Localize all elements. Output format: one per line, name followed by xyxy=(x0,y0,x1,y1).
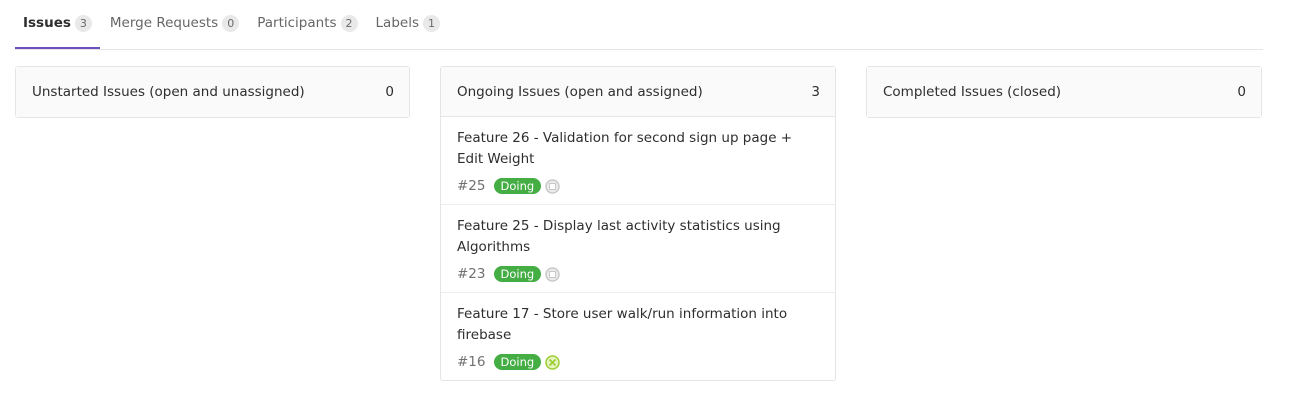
column-title: Unstarted Issues (open and unassigned) xyxy=(32,84,305,100)
column-count: 0 xyxy=(1237,84,1246,100)
issue-meta: #16 Doing xyxy=(457,353,819,371)
milestone-tabs: Issues 3 Merge Requests 0 Participants 2… xyxy=(15,0,1263,50)
tab-issues-label: Issues xyxy=(23,15,71,31)
label-badge[interactable]: Doing xyxy=(493,266,542,282)
issue-title-link[interactable]: Feature 17 - Store user walk/run informa… xyxy=(457,304,819,346)
tab-merge-requests-count: 0 xyxy=(222,15,240,32)
label-badge[interactable]: Doing xyxy=(493,178,542,194)
issue-item: Feature 25 - Display last activity stati… xyxy=(441,205,835,293)
column-header: Completed Issues (closed) 0 xyxy=(867,67,1261,117)
avatar-icon xyxy=(545,178,560,194)
column-header: Ongoing Issues (open and assigned) 3 xyxy=(441,67,835,117)
avatar-icon xyxy=(545,266,560,282)
column-title: Completed Issues (closed) xyxy=(883,84,1062,100)
tab-issues[interactable]: Issues 3 xyxy=(15,0,100,49)
tab-participants-label: Participants xyxy=(257,15,337,31)
tab-participants-count: 2 xyxy=(340,15,358,32)
column-ongoing: Ongoing Issues (open and assigned) 3 Fea… xyxy=(440,66,836,381)
avatar[interactable] xyxy=(545,266,560,282)
issue-title-link[interactable]: Feature 25 - Display last activity stati… xyxy=(457,216,819,258)
issue-title-link[interactable]: Feature 26 - Validation for second sign … xyxy=(457,128,819,170)
tab-merge-requests[interactable]: Merge Requests 0 xyxy=(102,0,247,49)
tab-merge-requests-label: Merge Requests xyxy=(109,15,219,31)
tab-labels-label: Labels xyxy=(375,15,419,31)
avatar[interactable] xyxy=(545,354,560,370)
column-completed: Completed Issues (closed) 0 xyxy=(866,66,1262,118)
issue-meta: #23 Doing xyxy=(457,265,819,283)
issue-ref: #23 xyxy=(457,266,486,282)
tab-labels-count: 1 xyxy=(422,15,440,32)
column-count: 3 xyxy=(811,83,820,100)
issue-meta: #25 Doing xyxy=(457,177,819,195)
column-unstarted: Unstarted Issues (open and unassigned) 0 xyxy=(15,66,410,118)
avatar[interactable] xyxy=(545,178,560,194)
column-header: Unstarted Issues (open and unassigned) 0 xyxy=(16,67,409,117)
tab-labels[interactable]: Labels 1 xyxy=(368,0,448,49)
tab-issues-count: 3 xyxy=(74,15,92,32)
issue-ref: #25 xyxy=(457,178,486,194)
label-badge[interactable]: Doing xyxy=(493,354,542,370)
issue-item: Feature 17 - Store user walk/run informa… xyxy=(441,293,835,380)
avatar-icon xyxy=(545,354,560,370)
issue-ref: #16 xyxy=(457,354,486,370)
issue-item: Feature 26 - Validation for second sign … xyxy=(441,117,835,205)
column-count: 0 xyxy=(385,84,394,100)
column-title: Ongoing Issues (open and assigned) xyxy=(457,83,703,100)
tab-participants[interactable]: Participants 2 xyxy=(249,0,365,49)
